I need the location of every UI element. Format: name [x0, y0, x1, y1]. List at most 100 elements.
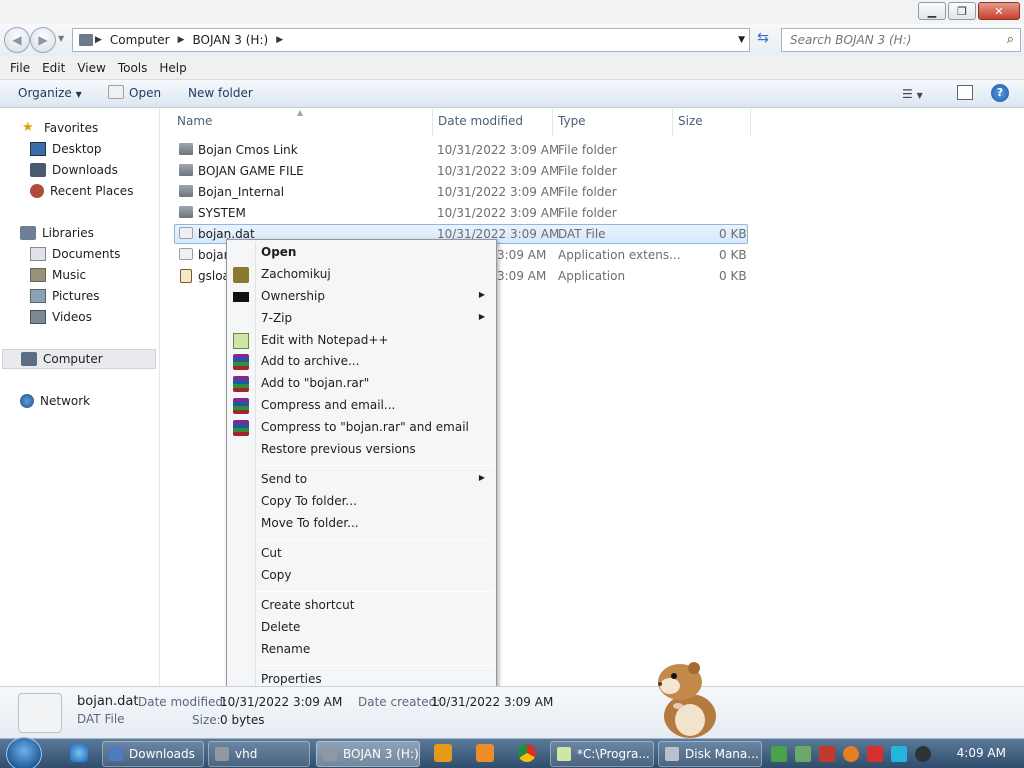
address-bar[interactable]: ▶ Computer ▶ BOJAN 3 (H:) ▶ ▼ [72, 28, 750, 52]
help-icon[interactable]: ? [991, 84, 1009, 102]
file-row[interactable]: BOJAN GAME FILE 10/31/2022 3:09 AM File … [174, 161, 748, 181]
nav-recent-places[interactable]: Recent Places [30, 184, 133, 198]
taskbar-vhd-label: vhd [235, 747, 258, 761]
nav-computer[interactable]: Computer [2, 349, 156, 369]
file-row[interactable]: Bojan_Internal 10/31/2022 3:09 AM File f… [174, 182, 748, 202]
menu-item-label: Add to archive... [261, 354, 360, 368]
nav-desktop[interactable]: Desktop [30, 142, 102, 156]
tray-flag-icon[interactable] [867, 746, 883, 762]
menu-help[interactable]: Help [153, 61, 192, 75]
nav-favorites[interactable]: ★ Favorites [22, 121, 98, 136]
menu-item-delete[interactable]: Delete [229, 617, 495, 639]
preview-pane-icon[interactable] [957, 85, 973, 100]
column-divider[interactable] [432, 108, 433, 136]
tray-search-icon[interactable] [843, 746, 859, 762]
menu-item-cut[interactable]: Cut [229, 543, 495, 565]
nav-pictures[interactable]: Pictures [30, 289, 100, 303]
close-button[interactable]: ✕ [978, 2, 1020, 20]
column-header-type[interactable]: Type [558, 114, 586, 128]
refresh-icon[interactable]: ⇆ [752, 30, 774, 50]
menu-item-copy[interactable]: Copy [229, 565, 495, 587]
start-button[interactable] [6, 737, 42, 768]
menu-item-compress-rar-email[interactable]: Compress to "bojan.rar" and email [229, 417, 495, 439]
menu-file[interactable]: File [4, 61, 36, 75]
menu-item-add-archive[interactable]: Add to archive... [229, 351, 495, 373]
nav-videos-label: Videos [52, 310, 92, 324]
menu-separator [257, 591, 493, 592]
tray-display-icon[interactable] [891, 746, 907, 762]
menu-item-compress-email[interactable]: Compress and email... [229, 395, 495, 417]
menu-item-7zip[interactable]: 7-Zip ▶ [229, 308, 495, 330]
column-divider[interactable] [552, 108, 553, 136]
menu-tools[interactable]: Tools [112, 61, 154, 75]
column-header-size[interactable]: Size [678, 114, 703, 128]
menu-item-zachomikuj[interactable]: Zachomikuj [229, 264, 495, 286]
menu-item-move-to-folder[interactable]: Move To folder... [229, 513, 495, 535]
media-player-icon[interactable] [434, 744, 452, 762]
menu-item-open[interactable]: Open [229, 242, 495, 264]
nav-music[interactable]: Music [30, 268, 86, 282]
address-dropdown-icon[interactable]: ▼ [738, 35, 745, 45]
forward-button[interactable]: ▶ [30, 27, 56, 53]
clock[interactable]: 4:09 AM [957, 746, 1006, 760]
tray-app-icon[interactable] [795, 746, 811, 762]
column-divider[interactable] [750, 108, 751, 136]
taskbar-vhd[interactable]: vhd [208, 741, 310, 767]
minimize-button[interactable]: ▁ [918, 2, 946, 20]
nav-downloads[interactable]: Downloads [30, 163, 118, 177]
menu-item-edit-notepad[interactable]: Edit with Notepad++ [229, 330, 495, 352]
organize-button[interactable]: Organize ▼ [18, 86, 82, 100]
nav-network[interactable]: Network [20, 394, 90, 408]
menu-item-ownership[interactable]: Ownership ▶ [229, 286, 495, 308]
breadcrumb-separator-icon: ▶ [177, 35, 185, 45]
menu-item-send-to[interactable]: Send to ▶ [229, 469, 495, 491]
application-icon [180, 269, 192, 283]
tray-media-icon[interactable] [915, 746, 931, 762]
nav-libraries-label: Libraries [42, 226, 94, 240]
breadcrumb-computer[interactable]: Computer [104, 33, 176, 47]
submenu-arrow-icon: ▶ [478, 312, 485, 321]
file-row[interactable]: Bojan Cmos Link 10/31/2022 3:09 AM File … [174, 140, 748, 160]
file-type: Application extens... [558, 248, 681, 262]
maximize-button[interactable]: ❐ [948, 2, 976, 20]
nav-documents[interactable]: Documents [30, 247, 120, 261]
breadcrumb-drive[interactable]: BOJAN 3 (H:) [187, 33, 275, 47]
file-type: File folder [558, 206, 617, 220]
recent-pages-dropdown-icon[interactable]: ▼ [58, 34, 64, 43]
menu-edit[interactable]: Edit [36, 61, 71, 75]
taskbar-bojan-drive[interactable]: BOJAN 3 (H:) [316, 741, 420, 767]
column-header-date[interactable]: Date modified [438, 114, 523, 128]
open-button[interactable]: Open [129, 86, 161, 100]
search-box[interactable]: ⌕ [781, 28, 1021, 52]
menu-item-copy-to-folder[interactable]: Copy To folder... [229, 491, 495, 513]
nav-videos[interactable]: Videos [30, 310, 92, 324]
taskbar-notepad[interactable]: *C:\Progra... [550, 741, 654, 767]
folder-icon [179, 185, 193, 197]
new-folder-button[interactable]: New folder [188, 86, 253, 100]
taskbar-downloads[interactable]: Downloads [102, 741, 204, 767]
menu-view[interactable]: View [71, 61, 111, 75]
libraries-icon [20, 226, 36, 240]
menu-item-label: Properties [261, 672, 322, 686]
nav-libraries[interactable]: Libraries [20, 226, 94, 240]
menu-item-create-shortcut[interactable]: Create shortcut [229, 595, 495, 617]
menu-item-add-bojan-rar[interactable]: Add to "bojan.rar" [229, 373, 495, 395]
menu-item-rename[interactable]: Rename [229, 639, 495, 661]
folder-icon [179, 164, 193, 176]
file-type: DAT File [558, 227, 606, 241]
internet-explorer-icon[interactable] [70, 744, 88, 762]
column-divider[interactable] [672, 108, 673, 136]
tray-x-icon[interactable] [819, 746, 835, 762]
column-header-name[interactable]: Name [177, 114, 212, 128]
search-icon[interactable]: ⌕ [1007, 32, 1014, 47]
search-input[interactable] [782, 29, 992, 51]
menu-item-restore-previous[interactable]: Restore previous versions [229, 439, 495, 461]
view-options-icon[interactable]: ☰ ▼ [902, 87, 923, 101]
file-row[interactable]: SYSTEM 10/31/2022 3:09 AM File folder [174, 203, 748, 223]
utility-app-icon[interactable] [476, 744, 494, 762]
chrome-icon[interactable] [518, 744, 536, 762]
back-button[interactable]: ◀ [4, 27, 30, 53]
taskbar-disk-management[interactable]: Disk Mana... [658, 741, 762, 767]
security-check-icon[interactable] [771, 746, 787, 762]
forward-arrow-icon: ▶ [38, 33, 48, 47]
